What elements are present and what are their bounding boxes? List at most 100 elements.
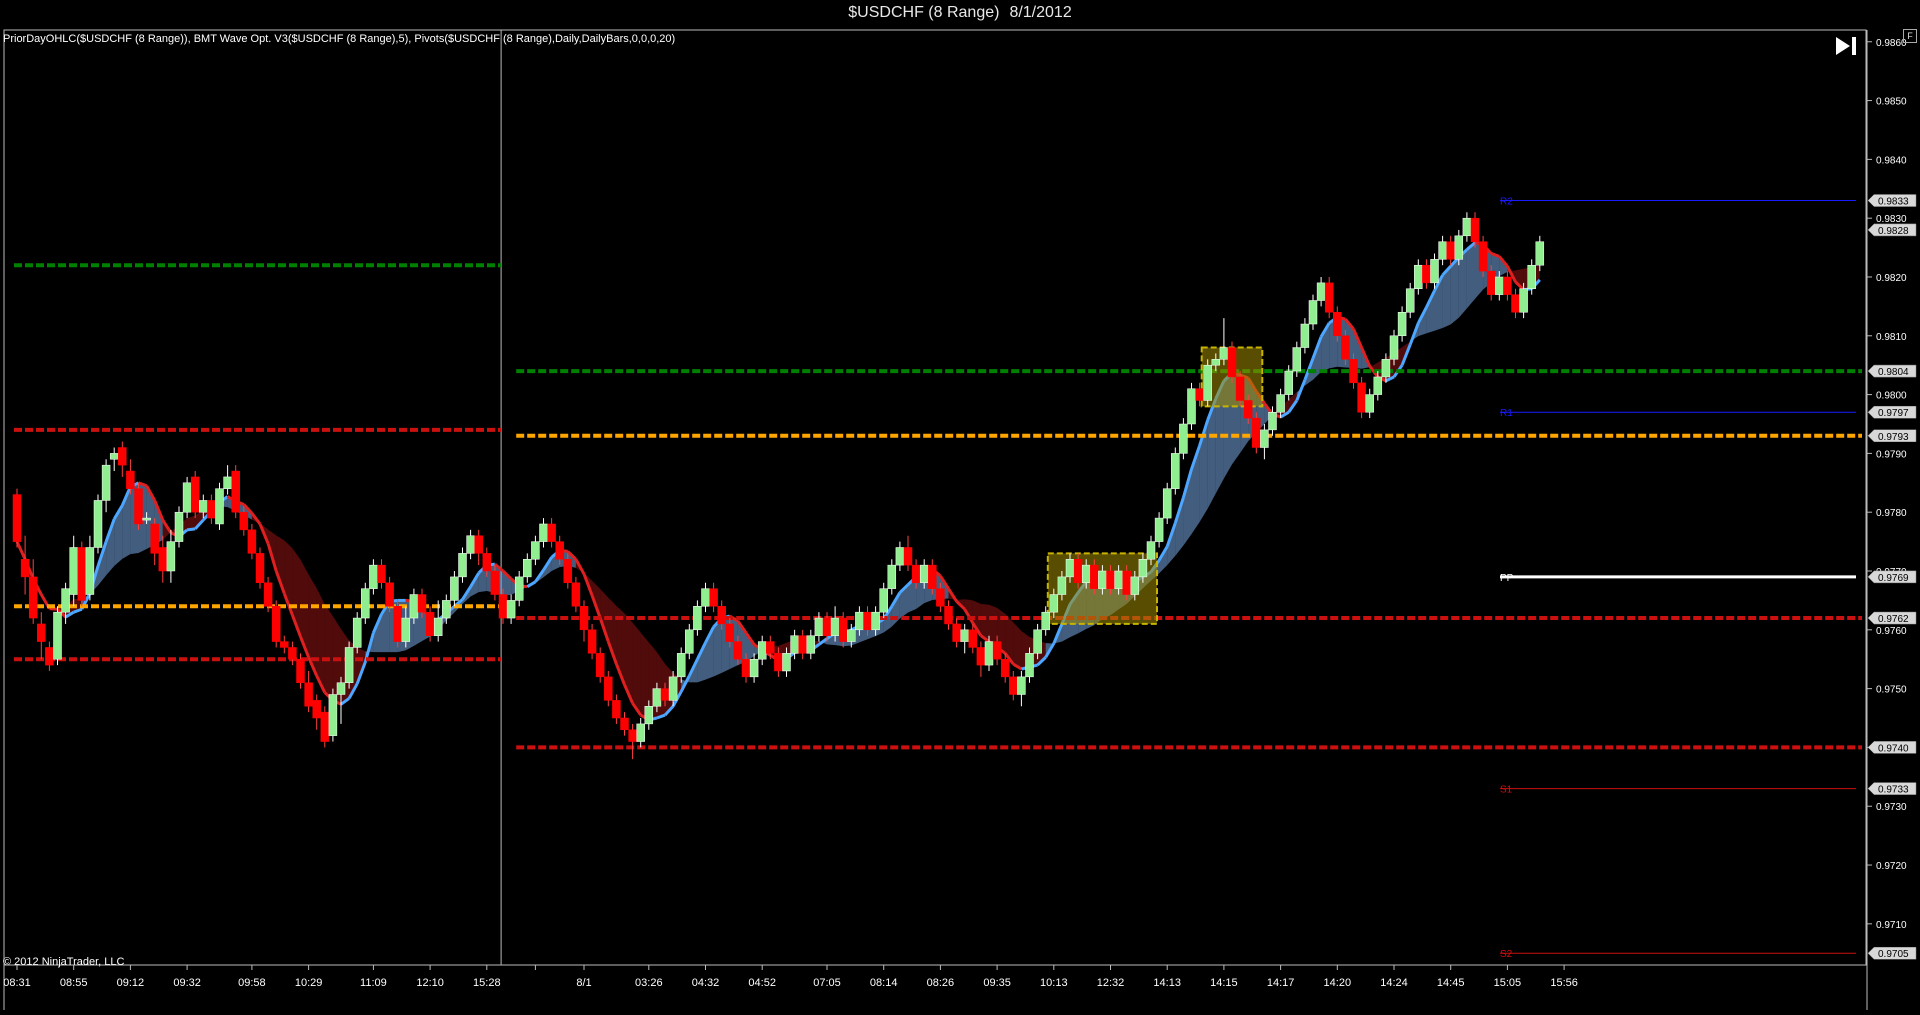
candle-body: [1130, 576, 1140, 595]
candle-body: [20, 558, 30, 578]
candle-body: [1333, 312, 1342, 337]
candle-body: [644, 706, 654, 725]
candle-body: [1033, 629, 1042, 654]
y-tick-label: 0.9780: [1876, 508, 1907, 519]
candle-body: [709, 588, 718, 607]
candle-body: [1300, 323, 1310, 348]
candle-body: [190, 476, 200, 513]
candle-body: [1414, 264, 1423, 289]
candle-body: [320, 711, 330, 742]
price-label-text: 0.9833: [1878, 197, 1909, 208]
candle-body: [1081, 564, 1091, 584]
candle-body: [1405, 288, 1415, 313]
candle-body: [595, 653, 605, 678]
candle-body: [879, 588, 888, 613]
candle-body: [1341, 335, 1350, 360]
price-label-text: 0.9769: [1878, 573, 1909, 584]
candle-body: [838, 617, 848, 642]
x-tick-label: 15:05: [1494, 977, 1522, 989]
skip-to-end-icon[interactable]: [1834, 34, 1858, 58]
candle-body: [612, 700, 621, 719]
candle-body: [1454, 235, 1464, 260]
candle-body: [1260, 429, 1269, 448]
candle-body: [531, 541, 540, 560]
x-tick-label: 15:56: [1550, 977, 1578, 989]
candle-body: [1252, 417, 1261, 448]
candle-body: [1503, 276, 1512, 295]
candle-body: [45, 647, 54, 666]
candle-body: [223, 476, 232, 489]
candle-body: [255, 553, 265, 584]
x-tick-label: 08:55: [60, 977, 88, 989]
candle-body: [620, 717, 629, 731]
candle-body: [685, 629, 694, 654]
candle-body: [1203, 364, 1212, 401]
candle-body: [12, 494, 22, 542]
candle-body: [1138, 558, 1148, 578]
candle-body: [37, 623, 46, 642]
candle-body: [1219, 347, 1229, 360]
candle-body: [1057, 576, 1067, 595]
copyright-text: © 2012 NinjaTrader, LLC: [3, 956, 125, 968]
candle-body: [579, 606, 589, 631]
candle-body: [1179, 423, 1188, 454]
candle-body: [85, 547, 95, 595]
x-tick-label: 08:26: [927, 977, 955, 989]
x-tick-label: 12:32: [1097, 977, 1125, 989]
wave-line-segment: [49, 607, 58, 611]
candle-body: [1025, 653, 1034, 678]
candle-body: [506, 600, 516, 619]
candle-body: [239, 511, 249, 531]
candle-body: [450, 576, 459, 601]
x-tick-label: 14:13: [1153, 977, 1181, 989]
candle-body: [118, 447, 127, 466]
indicator-label: PriorDayOHLC($USDCHF (8 Range)), BMT Wav…: [3, 33, 676, 45]
candle-body: [158, 547, 168, 572]
candle-body: [992, 641, 1002, 660]
candle-body: [425, 611, 435, 636]
candle-body: [231, 470, 240, 513]
price-chart[interactable]: R2R1PPS1S20.98600.98500.98400.98300.9820…: [0, 26, 1920, 1015]
candle-body: [1389, 335, 1399, 360]
candle-body: [1292, 347, 1302, 372]
x-tick-label: 10:13: [1040, 977, 1068, 989]
candle-body: [782, 653, 791, 672]
candle-body: [790, 635, 799, 654]
candle-body: [401, 617, 411, 642]
candle-body: [523, 558, 532, 578]
candle-body: [263, 582, 273, 607]
candle-body: [1122, 570, 1131, 595]
candle-body: [28, 576, 38, 619]
x-tick-label: 10:29: [295, 977, 323, 989]
candle-body: [1243, 400, 1253, 419]
window-title: $USDCHF (8 Range) 8/1/2012: [0, 0, 1920, 26]
candle-body: [1486, 270, 1496, 295]
wave-band-segment: [1013, 622, 1022, 670]
candle-body: [814, 617, 824, 636]
pivot-label-s2: S2: [1500, 949, 1513, 960]
title-date: 8/1/2012: [1009, 4, 1072, 21]
x-tick-label: 15:28: [473, 977, 501, 989]
candle-body: [863, 611, 872, 631]
chart-panel[interactable]: R2 R1 PP S1 S2 0.9860 0.9850 0.9840 0.9830 0.9820…: [0, 26, 1920, 1015]
f-box-icon[interactable]: F: [1903, 29, 1917, 43]
candle-body: [628, 729, 637, 742]
candle-body: [1154, 517, 1164, 542]
candle-body: [725, 623, 735, 642]
candle-body: [1430, 259, 1439, 284]
candle-body: [1527, 264, 1536, 289]
wave-band-segment: [632, 622, 641, 716]
candle-body: [1381, 359, 1391, 378]
candle-body: [547, 523, 556, 542]
candle-body: [182, 482, 192, 513]
y-tick-label: 0.9850: [1876, 97, 1907, 108]
candle-body: [312, 700, 321, 719]
x-tick-label: 11:09: [360, 977, 387, 989]
candle-body: [652, 688, 662, 707]
candle-body: [636, 723, 645, 742]
candle-body: [1049, 594, 1059, 613]
candle-body: [280, 641, 289, 648]
candle-body: [166, 541, 176, 572]
candle-body: [855, 611, 864, 631]
candle-body: [134, 488, 143, 525]
